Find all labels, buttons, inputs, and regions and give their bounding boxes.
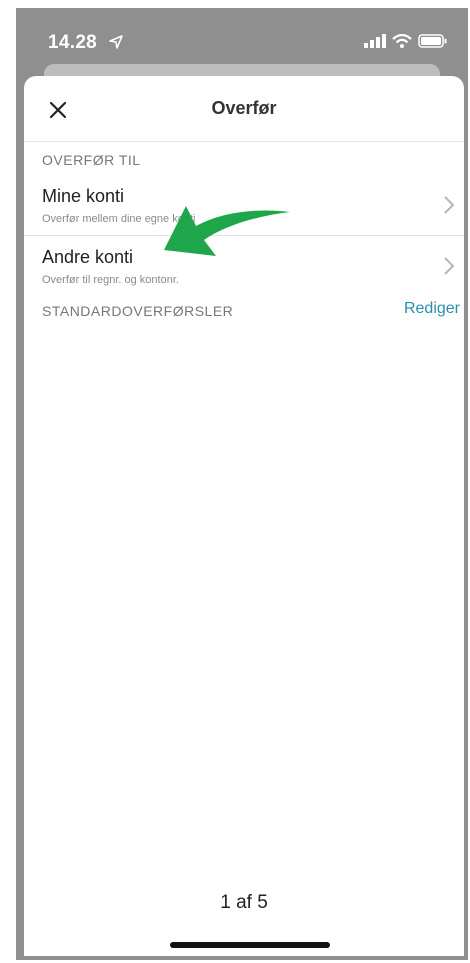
chevron-right-icon bbox=[444, 196, 455, 214]
home-indicator bbox=[170, 942, 330, 948]
section-label-transfer-to: OVERFØR TIL bbox=[42, 152, 141, 168]
cellular-signal-icon bbox=[364, 34, 386, 48]
page-title: Overfør bbox=[211, 98, 277, 118]
status-icons bbox=[364, 34, 448, 48]
row-title: Mine konti bbox=[42, 186, 125, 206]
status-time: 14.28 bbox=[48, 32, 98, 53]
row-title: Andre konti bbox=[42, 247, 134, 267]
wifi-icon bbox=[392, 34, 412, 48]
status-bar: 14.28 bbox=[16, 8, 468, 68]
row-subtitle: Overfør til regnr. og kontonr. bbox=[42, 274, 179, 286]
edit-link[interactable]: Rediger bbox=[404, 300, 460, 318]
sheet-header: Overfør bbox=[24, 76, 464, 142]
green-arrow-annotation bbox=[164, 206, 290, 256]
battery-icon bbox=[418, 34, 447, 48]
location-arrow-icon bbox=[109, 35, 123, 49]
chevron-right-icon bbox=[444, 257, 455, 275]
page-indicator: 1 af 5 bbox=[220, 892, 268, 913]
screenshot-frame: 14.28 Overfør OVERFØR TIL Mine konti Ove… bbox=[0, 0, 470, 963]
section-label-standard-transfers: STANDARDOVERFØRSLER bbox=[42, 303, 234, 319]
